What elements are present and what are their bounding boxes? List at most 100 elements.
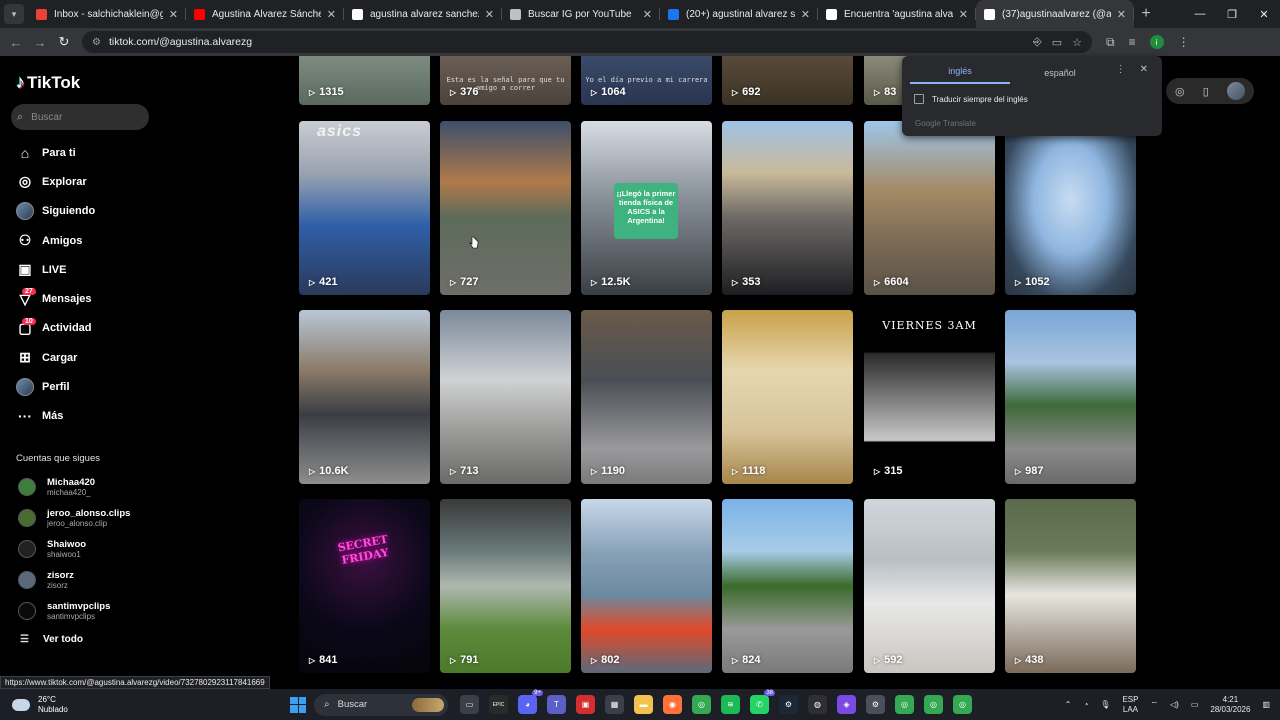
- new-tab-button[interactable]: +: [1134, 5, 1158, 23]
- video-thumbnail[interactable]: ▷ 6604: [864, 121, 995, 295]
- tab-target-language[interactable]: español: [1010, 68, 1110, 84]
- calculator-icon[interactable]: ▦: [605, 695, 624, 714]
- spotify-icon[interactable]: ≋: [721, 695, 740, 714]
- video-thumbnail[interactable]: ▷ 1315: [299, 56, 430, 105]
- restore-icon[interactable]: ❐: [1216, 8, 1248, 21]
- video-thumbnail[interactable]: ▷ 727: [440, 121, 571, 295]
- video-thumbnail[interactable]: ▷ 692: [722, 56, 853, 105]
- nav-item-live[interactable]: ▣ LIVE: [0, 255, 170, 284]
- video-thumbnail[interactable]: SECRET FRIDAY ▷ 841: [299, 499, 430, 673]
- browser-tab[interactable]: Buscar IG por YouTube ✕: [502, 0, 660, 28]
- chrome-icon-4[interactable]: ◎: [953, 695, 972, 714]
- video-thumbnail[interactable]: ▷ 802: [581, 499, 712, 673]
- video-thumbnail[interactable]: ▷ 1118: [722, 310, 853, 484]
- close-tab-icon[interactable]: ✕: [485, 8, 494, 21]
- device-icon[interactable]: ▯: [1203, 85, 1209, 98]
- discord-icon[interactable]: ◕ 9+: [518, 690, 543, 714]
- site-info-icon[interactable]: ⚙: [92, 37, 101, 48]
- file-explorer-icon[interactable]: ▭: [460, 695, 479, 714]
- video-thumbnail[interactable]: ¡¡Llegó la primer tienda física de ASICS…: [581, 121, 712, 295]
- more-options-icon[interactable]: ⋮: [1116, 64, 1126, 75]
- network-icon[interactable]: ◔: [1083, 700, 1088, 709]
- video-thumbnail[interactable]: ▷ 824: [722, 499, 853, 673]
- always-translate-option[interactable]: Traducir siempre del inglés: [914, 94, 1162, 104]
- bookmark-star-icon[interactable]: ☆: [1072, 36, 1082, 49]
- chrome-menu-icon[interactable]: ⋮: [1178, 35, 1190, 49]
- browser-tab[interactable]: (37)agustinaalvarez (@agustina ✕: [976, 0, 1134, 28]
- teams-icon[interactable]: T: [547, 695, 566, 714]
- media-controls-icon[interactable]: ≡: [1129, 35, 1136, 49]
- following-item[interactable]: zisorz zisorz: [0, 565, 170, 596]
- chrome-icon-2[interactable]: ◎: [895, 695, 914, 714]
- close-tab-icon[interactable]: ✕: [959, 8, 968, 21]
- search-input[interactable]: ⌕ Buscar: [11, 104, 149, 130]
- app-purple-icon[interactable]: ◈: [837, 695, 856, 714]
- browser-tab[interactable]: Agustina Álvarez Sánchez - You ✕: [186, 0, 344, 28]
- video-thumbnail[interactable]: asics ▷ 421: [299, 121, 430, 295]
- browser-tab[interactable]: agustina alvarez sanchez@gma ✕: [344, 0, 502, 28]
- close-tab-icon[interactable]: ✕: [801, 8, 810, 21]
- always-translate-checkbox[interactable]: [914, 94, 924, 104]
- obs-icon[interactable]: ◍: [808, 695, 827, 714]
- notifications-icon[interactable]: ▥: [1262, 700, 1270, 709]
- taskbar-search[interactable]: ⌕ Buscar: [314, 693, 448, 716]
- close-tab-icon[interactable]: ✕: [1117, 8, 1126, 21]
- close-window-icon[interactable]: ✕: [1248, 8, 1280, 21]
- close-icon[interactable]: ✕: [1140, 64, 1148, 75]
- following-item[interactable]: santimvpclips santimvpclips: [0, 596, 170, 627]
- video-thumbnail[interactable]: ▷ 1052: [1005, 121, 1136, 295]
- tiktok-logo[interactable]: ♪ TikTok: [16, 72, 170, 93]
- close-tab-icon[interactable]: ✕: [643, 8, 652, 21]
- browser-tab[interactable]: Inbox - salchichaklein@gmail.c ✕: [28, 0, 186, 28]
- see-all-link[interactable]: ☰ Ver todo: [0, 627, 170, 653]
- microphone-icon[interactable]: 🎙: [1100, 700, 1110, 709]
- extensions-icon[interactable]: ⧉: [1106, 35, 1115, 50]
- forward-icon[interactable]: →: [28, 35, 52, 50]
- nav-item-home[interactable]: ⌂ Para ti: [0, 138, 170, 167]
- video-thumbnail[interactable]: Esta es la señal para que tu amigo a cor…: [440, 56, 571, 105]
- cast-icon[interactable]: ▭: [1052, 36, 1062, 49]
- nav-item-activity[interactable]: ▢ Actividad 10: [0, 314, 170, 343]
- nav-item-friends[interactable]: ⚇ Amigos: [0, 226, 170, 255]
- browser-tab[interactable]: (20+) agustinal alvarez sanche ✕: [660, 0, 818, 28]
- tray-chevron-icon[interactable]: ⌃: [1065, 700, 1072, 709]
- close-tab-icon[interactable]: ✕: [169, 8, 178, 21]
- minimize-icon[interactable]: —: [1184, 8, 1216, 21]
- folder-icon[interactable]: ▬: [634, 695, 653, 714]
- chrome-icon-3[interactable]: ◎: [924, 695, 943, 714]
- wifi-icon[interactable]: ⌔: [1150, 700, 1158, 710]
- nav-item-following-avatar[interactable]: Siguiendo: [0, 197, 170, 226]
- settings-icon[interactable]: ⚙: [866, 695, 885, 714]
- back-icon[interactable]: ←: [4, 35, 28, 50]
- volume-icon[interactable]: ◁): [1170, 700, 1179, 709]
- nav-item-more[interactable]: ··· Más: [0, 402, 170, 431]
- compass-small-icon[interactable]: ◎: [1175, 85, 1185, 98]
- address-bar[interactable]: ⚙ tiktok.com/@agustina.alvarezg ⎆ ▭ ☆: [82, 31, 1092, 53]
- video-thumbnail[interactable]: ▷ 438: [1005, 499, 1136, 673]
- nav-item-messages[interactable]: ▽ Mensajes 27: [0, 284, 170, 313]
- close-tab-icon[interactable]: ✕: [327, 8, 336, 21]
- steam-icon[interactable]: ⚙: [779, 695, 798, 714]
- nav-item-compass[interactable]: ◎ Explorar: [0, 167, 170, 196]
- chrome-icon[interactable]: ◎: [692, 695, 711, 714]
- user-avatar[interactable]: [1226, 82, 1245, 100]
- epic-games-icon[interactable]: EPIC: [489, 695, 508, 714]
- profile-avatar[interactable]: i: [1149, 35, 1164, 49]
- video-thumbnail[interactable]: ▷ 791: [440, 499, 571, 673]
- battery-icon[interactable]: ▭: [1191, 700, 1199, 709]
- video-thumbnail[interactable]: ▷ 10.6K: [299, 310, 430, 484]
- video-thumbnail[interactable]: ▷ 592: [864, 499, 995, 673]
- tab-source-language[interactable]: inglés: [910, 66, 1010, 84]
- windows-start-icon[interactable]: [290, 696, 306, 713]
- whatsapp-icon[interactable]: ✆ 38: [750, 690, 775, 714]
- tab-search-button[interactable]: ▾: [4, 4, 24, 24]
- video-thumbnail[interactable]: ▷ 987: [1005, 310, 1136, 484]
- video-thumbnail[interactable]: ▷ 353: [722, 121, 853, 295]
- browser-tab[interactable]: Encuentra 'agustina alvarez sa ✕: [818, 0, 976, 28]
- video-thumbnail[interactable]: ▷ 1190: [581, 310, 712, 484]
- input-language[interactable]: ESP LAA: [1122, 695, 1138, 715]
- following-item[interactable]: Shaiwoo shaiwoo1: [0, 534, 170, 565]
- video-thumbnail[interactable]: Yo el día previo a mi carrera ▷ 1064: [581, 56, 712, 105]
- following-item[interactable]: jeroo_alonso.clips jeroo_alonso.clip: [0, 503, 170, 534]
- weather-widget[interactable]: 26°C Nublado: [0, 695, 290, 715]
